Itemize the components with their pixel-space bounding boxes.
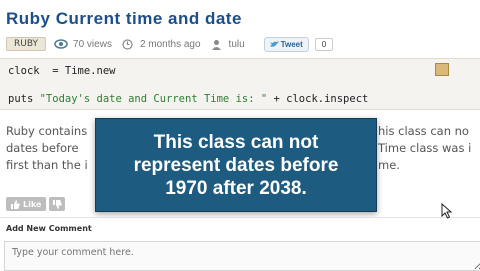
- like-button[interactable]: Like: [6, 197, 47, 211]
- body-line-2-left: dates before: [6, 141, 79, 155]
- page-title: Ruby Current time and date: [6, 9, 242, 28]
- mouse-cursor-icon: [441, 203, 453, 219]
- body-line-3-left: first than the i: [6, 158, 88, 172]
- body-line-1-right: his class can no: [378, 124, 469, 138]
- user-icon: [210, 38, 224, 50]
- author-link[interactable]: tulu: [229, 39, 245, 50]
- dislike-button[interactable]: [49, 197, 66, 211]
- tweet-button[interactable]: Tweet: [263, 36, 309, 52]
- post-time: 2 months ago: [139, 38, 201, 50]
- eye-icon: [54, 38, 68, 50]
- vote-row: Like: [6, 197, 66, 211]
- tag-badge[interactable]: RUBY: [6, 37, 47, 51]
- code-keyword: puts: [8, 93, 40, 105]
- code-expression: + clock.inspect: [267, 93, 369, 105]
- copy-code-icon[interactable]: [435, 63, 449, 76]
- code-line-1: clock = Time.new: [8, 65, 116, 77]
- caption-line-1: This class can not: [153, 131, 319, 153]
- divider: [0, 217, 480, 218]
- tweet-count: 0: [314, 37, 334, 51]
- body-line-3-right: me.: [378, 158, 400, 172]
- twitter-bird-icon: [269, 40, 279, 47]
- body-line-2-right: Time class was i: [378, 141, 472, 155]
- like-label: Like: [23, 199, 42, 209]
- caption-line-2: represent dates before: [133, 154, 339, 176]
- clock-icon: [121, 38, 135, 50]
- code-line-2: puts "Today's date and Current Time is: …: [8, 93, 368, 105]
- add-comment-heading: Add New Comment: [6, 224, 92, 233]
- thumbs-down-icon: [52, 199, 62, 209]
- code-string: "Today's date and Current Time is: ": [39, 93, 268, 105]
- caption-overlay: This class can not represent dates befor…: [95, 118, 377, 212]
- comment-input[interactable]: [4, 241, 480, 271]
- caption-line-3: 1970 after 2038.: [165, 177, 307, 199]
- code-block: clock = Time.new puts "Today's date and …: [0, 58, 480, 110]
- post-meta: RUBY 70 views 2 months ago tulu Tweet 0: [6, 36, 334, 52]
- body-line-1-left: Ruby contains: [6, 124, 88, 138]
- views-count: 70 views: [73, 38, 112, 50]
- tweet-label: Tweet: [280, 39, 303, 49]
- thumbs-up-icon: [11, 199, 20, 209]
